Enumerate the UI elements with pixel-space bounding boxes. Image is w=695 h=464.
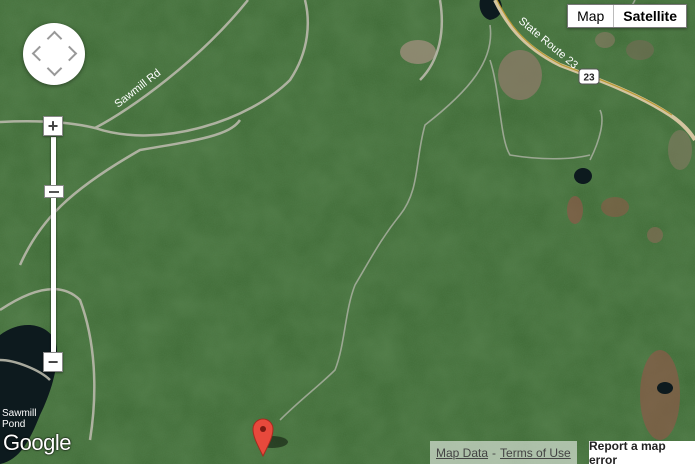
map-type-satellite-button[interactable]: Satellite [614, 5, 686, 27]
terms-of-use-link[interactable]: Terms of Use [500, 446, 571, 460]
clearing [400, 40, 436, 64]
map-canvas[interactable]: Sawmill Rd State Route 23 23 Sawmill Pon… [0, 0, 695, 464]
footer-separator: - [492, 445, 497, 460]
zoom-slider-track[interactable] [51, 137, 56, 353]
clearing [595, 32, 615, 48]
water [657, 382, 673, 394]
pan-down-icon[interactable] [46, 60, 63, 77]
clearing [640, 350, 680, 440]
zoom-control: + − [43, 115, 65, 373]
pan-up-icon[interactable] [46, 30, 63, 47]
report-map-error-link[interactable]: Report a map error [589, 439, 695, 464]
route-shield-23: 23 [578, 68, 600, 85]
pond-label-line2: Pond [2, 419, 25, 430]
map-type-control: Map Satellite [567, 4, 687, 28]
clearing [647, 227, 663, 243]
clearing [601, 197, 629, 217]
zoom-slider-handle[interactable] [44, 185, 64, 198]
google-logo[interactable]: Google [3, 430, 71, 456]
pond-label-line1: Sawmill [2, 408, 36, 419]
map-data-link[interactable]: Map Data [436, 446, 488, 460]
pan-control[interactable] [23, 23, 85, 85]
map-type-map-button[interactable]: Map [568, 5, 615, 27]
svg-text:23: 23 [583, 73, 595, 84]
clearing [668, 130, 692, 170]
water [574, 168, 592, 184]
pan-right-icon[interactable] [61, 45, 78, 62]
clearing [567, 196, 583, 224]
pan-left-icon[interactable] [31, 45, 48, 62]
clearing [498, 50, 542, 100]
zoom-out-button[interactable]: − [43, 352, 63, 372]
map-footer: Map Data - Terms of Use [430, 441, 577, 464]
zoom-in-button[interactable]: + [43, 116, 63, 136]
clearing [626, 40, 654, 60]
satellite-imagery: Sawmill Rd State Route 23 23 Sawmill Pon… [0, 0, 695, 464]
